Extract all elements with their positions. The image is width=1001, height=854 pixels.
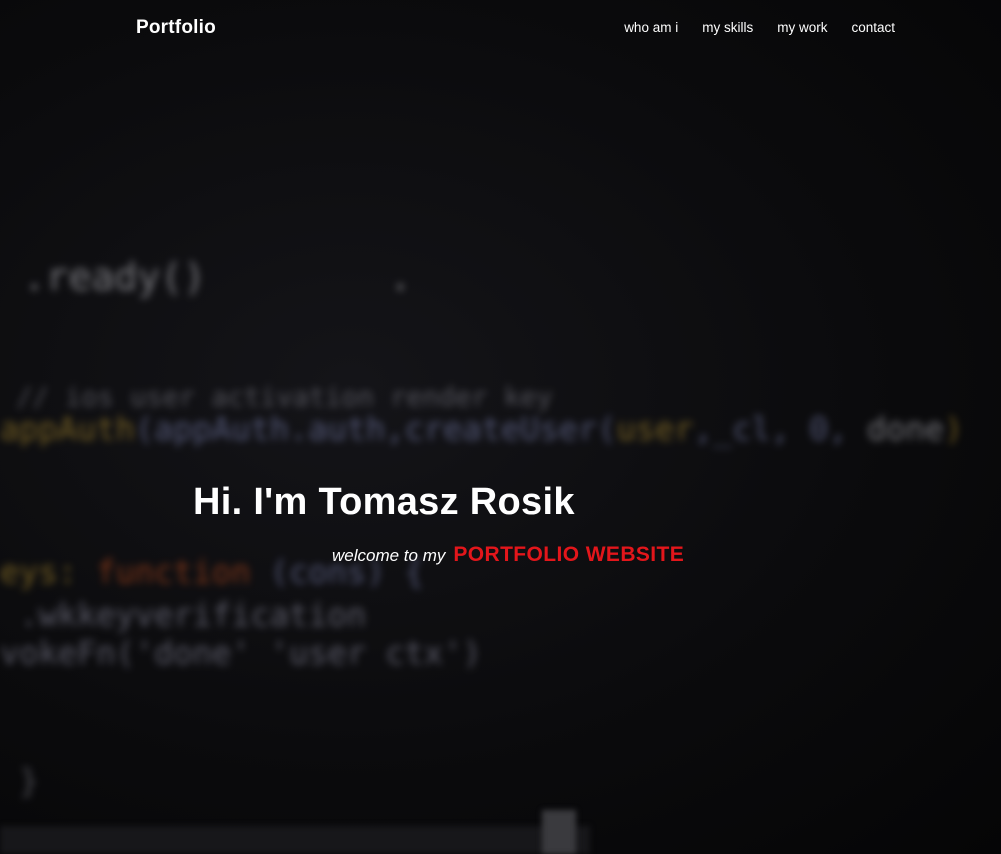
nav-links: who am i my skills my work contact [624,20,895,35]
nav-link-my-work[interactable]: my work [777,20,827,35]
nav-link-my-skills[interactable]: my skills [702,20,753,35]
hero-highlight-text: PORTFOLIO WEBSITE [453,543,685,566]
nav-link-contact[interactable]: contact [851,20,895,35]
hero-title: Hi. I'm Tomasz Rosik [193,481,575,523]
code-blur-line: } [0,762,39,800]
brand-logo[interactable]: Portfolio [136,17,216,39]
nav-link-who-am-i[interactable]: who am i [624,20,678,35]
blurred-editor-knob [542,810,576,854]
code-blur-line: // ios user activation render key [0,382,553,413]
blurred-code-background: .ready() . // ios user activation render… [0,0,1001,854]
code-blur-line: vokeFn('done' 'user ctx') [0,634,482,672]
hero-welcome-text: welcome to my [332,546,446,565]
code-blur-line: .ready() . [0,255,412,299]
top-navbar: Portfolio who am i my skills my work con… [0,0,1001,58]
blurred-editor-bar [0,826,590,854]
code-blur-line: .wkkeyverification [0,596,367,634]
hero-subtitle: welcome to my PORTFOLIO WEBSITE [332,543,684,567]
code-blur-line: appAuth(appAuth.auth,createUser(user,_cl… [0,410,964,448]
